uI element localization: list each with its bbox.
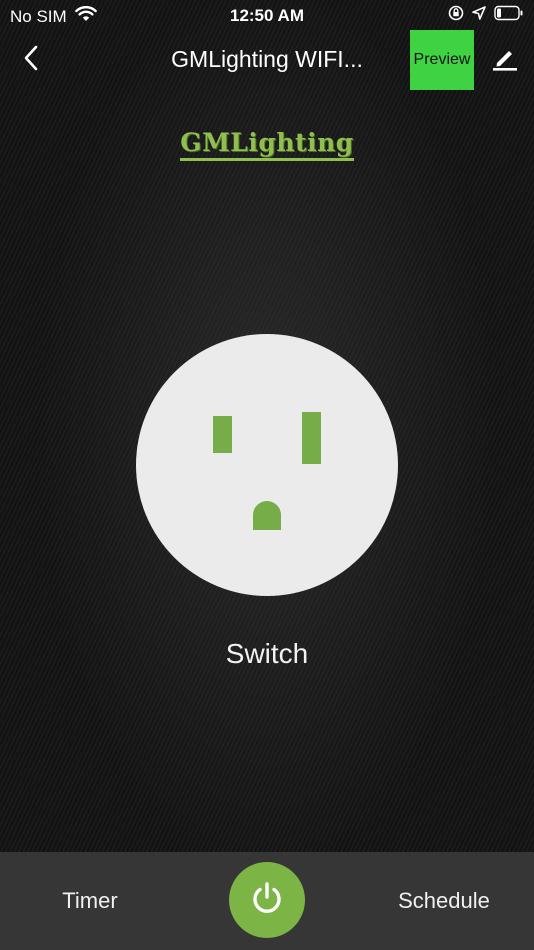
chevron-left-icon xyxy=(23,45,39,76)
timer-button[interactable]: Timer xyxy=(30,888,150,914)
outlet-icon[interactable] xyxy=(136,334,398,596)
pencil-icon xyxy=(492,45,518,76)
location-icon xyxy=(472,6,486,25)
orientation-lock-icon xyxy=(448,5,464,26)
battery-icon xyxy=(494,5,524,26)
outlet-slot-right xyxy=(302,412,321,464)
page-title: GMLighting WIFI... xyxy=(171,46,363,72)
schedule-button[interactable]: Schedule xyxy=(380,888,508,914)
brand-logo: GMLighting xyxy=(0,128,534,161)
outlet-slot-left xyxy=(213,416,232,453)
nav-bar: GMLighting WIFI... Preview xyxy=(0,30,534,90)
status-bar: No SIM 12:50 AM xyxy=(0,0,534,30)
device-label: Switch xyxy=(225,638,309,669)
preview-button[interactable]: Preview xyxy=(410,30,474,90)
edit-button[interactable] xyxy=(490,44,520,76)
status-right xyxy=(440,5,524,26)
power-button[interactable] xyxy=(229,862,305,938)
back-button[interactable] xyxy=(16,44,46,76)
outlet-ground-hole xyxy=(253,501,281,530)
power-icon xyxy=(249,880,285,921)
bottom-bar: Timer Schedule xyxy=(0,852,534,950)
brand-logo-text: GMLighting xyxy=(180,128,354,161)
